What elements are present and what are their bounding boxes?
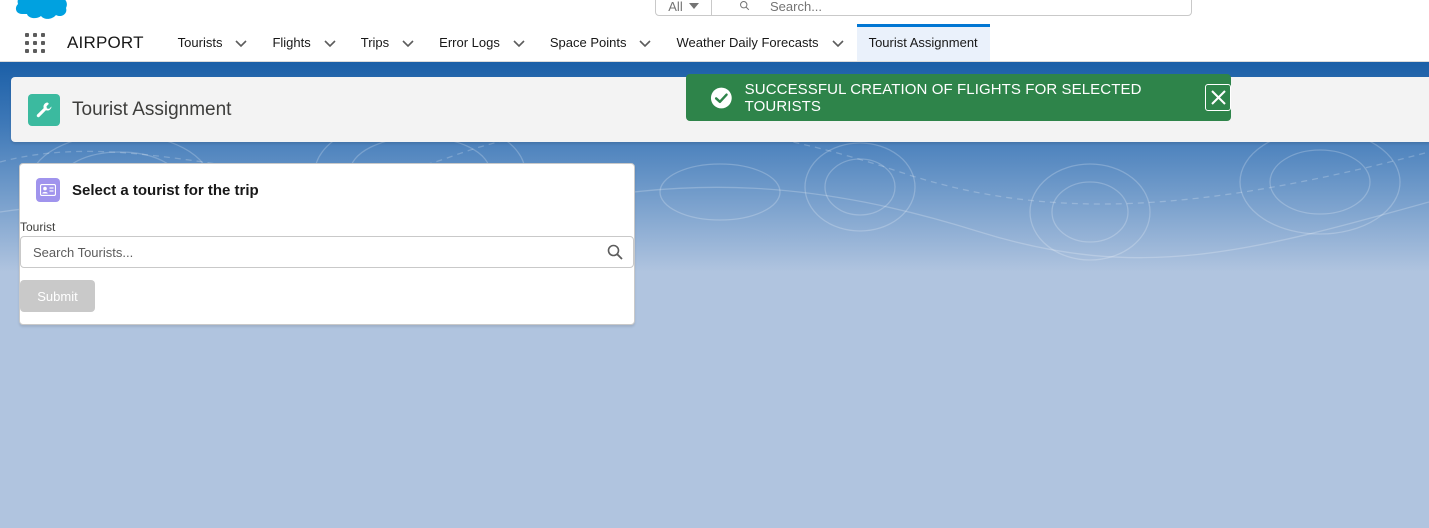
toast-close-button[interactable]: [1205, 84, 1231, 111]
card-title: Select a tourist for the trip: [72, 181, 259, 199]
chevron-down-icon[interactable]: [323, 36, 337, 50]
nav-item-label: Trips: [360, 35, 390, 50]
search-input[interactable]: Search...: [770, 0, 822, 14]
page-title: Tourist Assignment: [72, 98, 232, 120]
salesforce-logo[interactable]: [14, 0, 74, 20]
chevron-down-icon[interactable]: [831, 36, 845, 50]
app-name: AIRPORT: [67, 32, 144, 52]
chevron-down-icon[interactable]: [401, 36, 415, 50]
global-header: All Search...: [0, 0, 1429, 24]
chevron-down-icon[interactable]: [234, 36, 248, 50]
app-navbar: AIRPORT Tourists Flights Trips Error Log…: [0, 24, 1429, 62]
search-icon: [607, 244, 623, 260]
chevron-down-icon[interactable]: [638, 36, 652, 50]
card-header: Select a tourist for the trip: [36, 178, 259, 202]
chevron-down-icon[interactable]: [512, 36, 526, 50]
tourist-lookup-input[interactable]: Search Tourists...: [20, 236, 634, 268]
tourist-selection-card: Select a tourist for the trip Tourist Se…: [19, 163, 635, 325]
search-scope-dropdown[interactable]: All: [656, 0, 712, 15]
nav-item-label: Tourists: [177, 35, 223, 50]
nav-item-label: Tourist Assignment: [868, 35, 978, 50]
nav-item-trips[interactable]: Trips: [349, 24, 427, 61]
nav-item-label: Weather Daily Forecasts: [676, 35, 819, 50]
app-launcher-button[interactable]: [0, 24, 60, 61]
submit-button[interactable]: Submit: [20, 280, 95, 312]
success-check-icon: [710, 87, 732, 108]
global-search[interactable]: All Search...: [655, 0, 1192, 16]
nav-item-tourist-assignment[interactable]: Tourist Assignment: [856, 24, 990, 61]
nav-item-label: Flights: [272, 35, 311, 50]
nav-item-weather-daily-forecasts[interactable]: Weather Daily Forecasts: [664, 24, 856, 61]
nav-item-space-points[interactable]: Space Points: [538, 24, 665, 61]
contact-card-icon: [36, 178, 60, 202]
tourist-field-label: Tourist: [20, 220, 56, 234]
nav-item-flights[interactable]: Flights: [260, 24, 348, 61]
tourist-search-placeholder: Search Tourists...: [33, 244, 134, 260]
close-icon: [1210, 90, 1226, 105]
nav-item-tourists[interactable]: Tourists: [166, 24, 261, 61]
success-toast: SUCCESSFUL CREATION OF FLIGHTS FOR SELEC…: [686, 74, 1231, 121]
app-launcher-icon: [25, 32, 45, 53]
search-icon: [740, 1, 750, 11]
caret-down-icon: [688, 3, 699, 9]
toast-message: SUCCESSFUL CREATION OF FLIGHTS FOR SELEC…: [744, 80, 1142, 115]
nav-item-error-logs[interactable]: Error Logs: [427, 24, 538, 61]
nav-item-label: Error Logs: [439, 35, 500, 50]
nav-item-label: Space Points: [549, 35, 627, 50]
search-scope-label: All: [668, 0, 683, 14]
wrench-icon: [28, 93, 60, 126]
